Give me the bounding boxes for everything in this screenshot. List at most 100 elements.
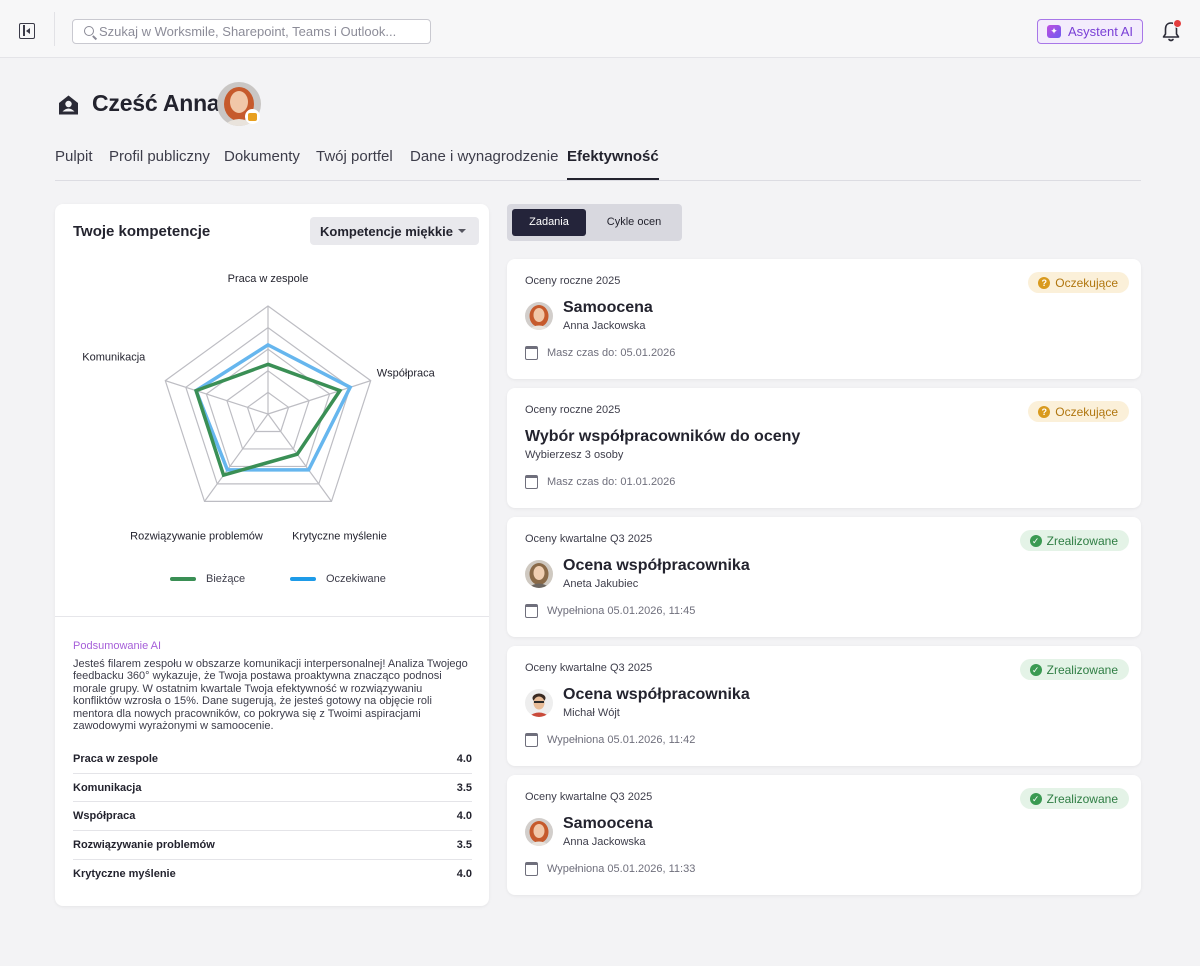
tab-data-salary[interactable]: Dane i wynagrodzenie [410,148,558,165]
view-switcher: Zadania Cykle ocen [507,204,682,241]
calendar-icon [525,475,538,489]
status-badge: ? Oczekujące [1028,272,1129,293]
legend-expected: Oczekiwane [290,573,386,585]
task-subtitle: Wybierzesz 3 osoby [525,449,624,461]
status-label: Zrealizowane [1046,662,1118,677]
score-row: Rozwiązywanie problemów 3.5 [73,831,472,860]
status-badge: ? Oczekujące [1028,401,1129,422]
score-name: Krytyczne myślenie [73,868,176,881]
legend-swatch-expected [290,577,316,581]
notification-dot [1173,19,1182,28]
task-title: Ocena współpracownika [563,686,750,703]
task-card[interactable]: Oceny kwartalne Q3 2025 ✓ Zrealizowane Oc… [507,517,1141,637]
status-badge: ✓ Zrealizowane [1019,530,1129,551]
task-card[interactable]: Oceny roczne 2025 ? Oczekujące Wybór wspó… [507,388,1141,508]
score-name: Rozwiązywanie problemów [73,838,215,851]
task-subtitle: Anna Jackowska [563,320,646,332]
score-row: Praca w zespole 4.0 [73,745,472,774]
score-row: Komunikacja 3.5 [73,774,472,803]
profile-tabs: Pulpit Profil publiczny Dokumenty Twój p… [55,148,1141,181]
task-card[interactable]: Oceny kwartalne Q3 2025 ✓ Zrealizowane Oc… [507,646,1141,766]
review-cycles-toggle[interactable]: Cykle ocen [591,209,677,236]
task-category: Oceny kwartalne Q3 2025 [525,533,653,545]
task-category: Oceny roczne 2025 [525,404,621,416]
score-value: 4.0 [456,752,472,765]
search-input[interactable] [99,20,419,43]
home-icon [59,95,78,115]
calendar-icon [525,604,538,618]
task-completion: Wypełniona 05.01.2026, 11:33 [525,862,695,876]
task-deadline: Masz czas do: 01.01.2026 [525,475,675,489]
avatar [525,560,553,588]
question-icon: ? [1038,276,1051,289]
legend-current: Bieżące [170,573,245,585]
task-completion: Wypełniona 05.01.2026, 11:42 [525,733,695,747]
radar-axis-line [204,413,269,502]
radar-axis-line [267,413,332,502]
briefcase-icon [245,109,260,124]
divider [54,12,55,46]
sparkle-icon: ✦ [1047,25,1061,38]
task-deadline: Masz czas do: 05.01.2026 [525,346,675,360]
task-category: Oceny roczne 2025 [525,275,621,287]
ai-summary-text: Jesteś filarem zespołu w obszarze komuni… [73,658,468,733]
avatar [525,818,553,846]
score-name: Praca w zespole [73,752,158,765]
radar-axis-line [267,380,371,415]
task-category: Oceny kwartalne Q3 2025 [525,791,653,803]
status-badge: ✓ Zrealizowane [1019,659,1129,680]
status-label: Oczekujące [1055,275,1118,290]
task-subtitle: Michał Wójt [563,707,620,719]
divider [55,616,489,617]
radar-axis-label: Współpraca [377,368,436,380]
score-value: 4.0 [456,868,472,881]
sidebar-toggle-icon[interactable] [19,23,35,39]
tab-efficiency[interactable]: Efektywność [567,148,659,180]
radar-axis-label: Rozwiązywanie problemów [130,530,263,542]
search-icon [84,26,94,36]
status-badge: ✓ Zrealizowane [1019,788,1129,809]
task-card[interactable]: Oceny kwartalne Q3 2025 ✓ Zrealizowane Sa… [507,775,1141,895]
task-subtitle: Anna Jackowska [563,836,646,848]
question-icon: ? [1038,405,1051,418]
task-subtitle: Aneta Jakubiec [563,578,639,590]
tab-public-profile[interactable]: Profil publiczny [109,148,210,165]
task-title: Samoocena [563,299,653,316]
radar-axis-line [165,380,269,415]
tab-pulpit[interactable]: Pulpit [55,148,93,165]
task-title: Ocena współpracownika [563,557,750,574]
task-card[interactable]: Oceny roczne 2025 ? Oczekujące Samoocena … [507,259,1141,379]
search-box[interactable] [72,19,431,44]
score-value: 4.0 [456,810,472,823]
ai-assistant-label: Asystent AI [1068,24,1134,39]
legend-label-current: Bieżące [206,573,246,585]
check-icon: ✓ [1029,663,1042,676]
legend-label-expected: Oczekiwane [326,573,386,585]
ai-summary-label: Podsumowanie AI [73,640,162,652]
status-label: Zrealizowane [1046,791,1118,806]
competencies-card: Twoje kompetencje Kompetencje miękkie Pr… [55,204,489,906]
tab-wallet[interactable]: Twój portfel [316,148,393,165]
tasks-toggle[interactable]: Zadania [512,209,586,236]
task-date-text: Wypełniona 05.01.2026, 11:33 [547,863,696,875]
radar-axis-label: Krytyczne myślenie [292,530,387,542]
score-name: Komunikacja [73,781,142,794]
calendar-icon [525,862,538,876]
score-value: 3.5 [456,838,472,851]
page-title: Cześć Anna [92,90,220,116]
avatar [525,689,553,717]
task-title: Wybór współpracowników do oceny [525,428,801,445]
score-row: Współpraca 4.0 [73,802,472,832]
avatar [525,302,553,330]
score-row: Krytyczne myślenie 4.0 [73,860,472,889]
check-icon: ✓ [1029,792,1042,805]
radar-axis-label: Praca w zespole [228,273,309,285]
calendar-icon [525,733,538,747]
score-value: 3.5 [456,781,472,794]
legend-swatch-current [170,577,196,581]
task-date-text: Masz czas do: 05.01.2026 [547,347,676,359]
task-date-text: Wypełniona 05.01.2026, 11:42 [547,734,696,746]
status-label: Oczekujące [1055,404,1118,419]
ai-assistant-button[interactable]: ✦ Asystent AI [1037,19,1143,44]
tab-documents[interactable]: Dokumenty [224,148,300,165]
